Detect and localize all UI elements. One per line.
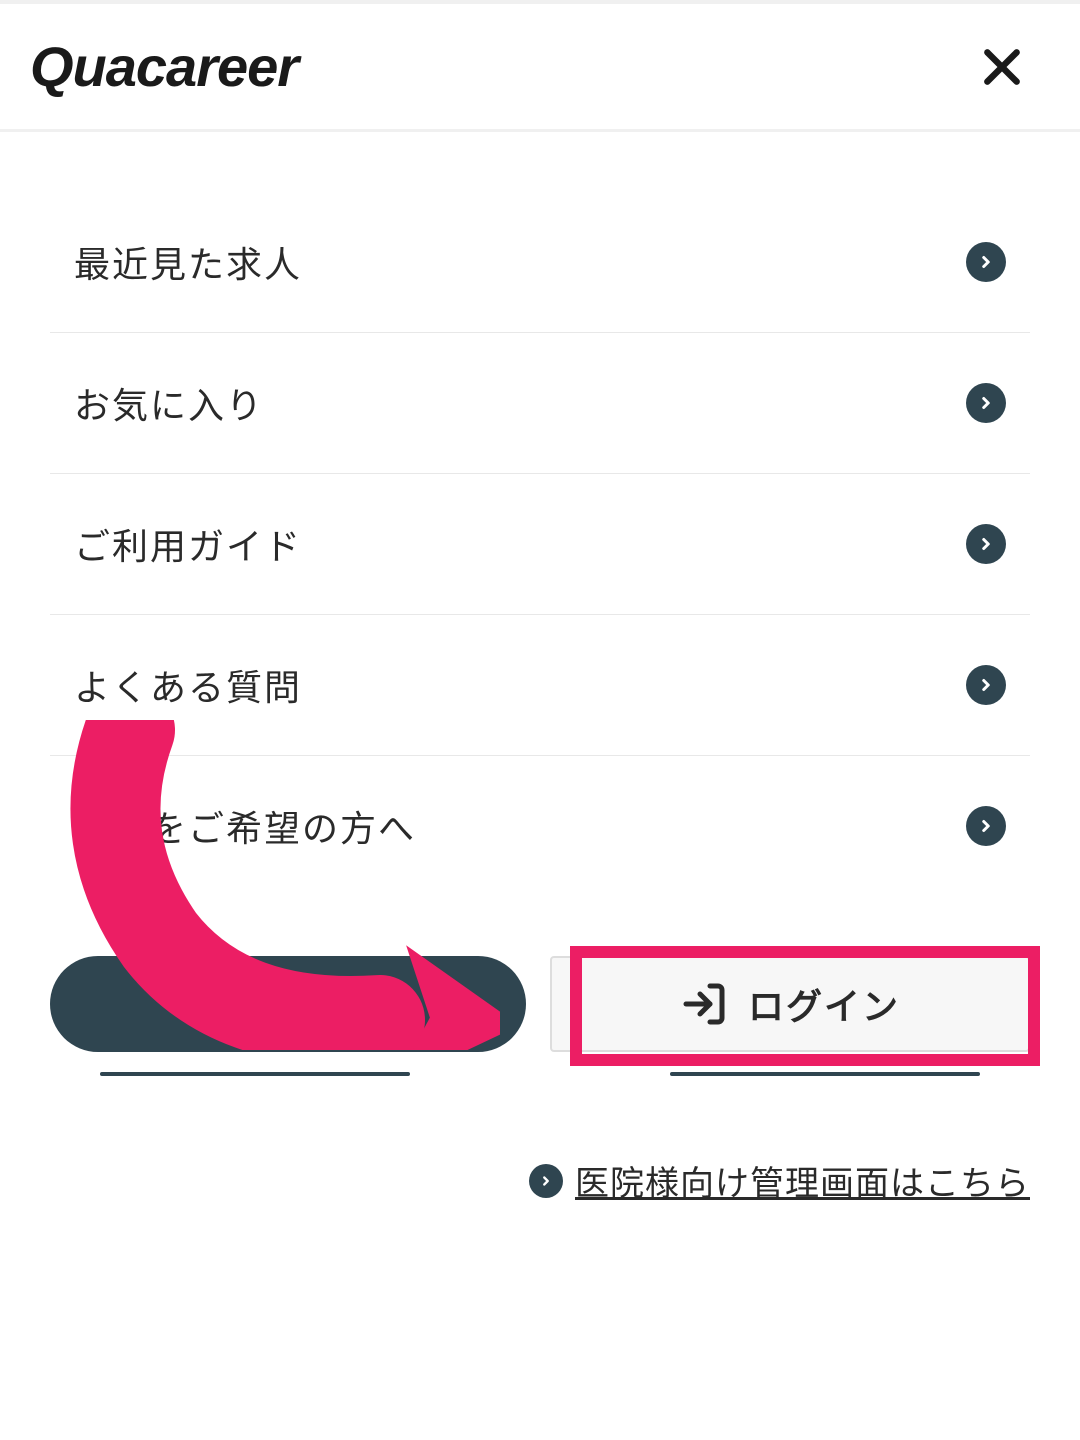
- menu-item-favorites[interactable]: お気に入り: [50, 333, 1030, 474]
- chevron-right-icon: [966, 524, 1006, 564]
- menu-item-label: よくある質問: [74, 659, 302, 711]
- menu-item-label: 掲載をご希望の方へ: [74, 800, 416, 852]
- tooth-icon: [220, 984, 260, 1024]
- chevron-right-icon: [966, 665, 1006, 705]
- menu-item-user-guide[interactable]: ご利用ガイド: [50, 474, 1030, 615]
- register-button[interactable]: 会員: [50, 956, 526, 1052]
- login-underline: [670, 1072, 980, 1076]
- menu-item-recent-jobs[interactable]: 最近見た求人: [50, 192, 1030, 333]
- menu-list: 最近見た求人 お気に入り ご利用ガイド よくある質問 掲載をご希望の方へ: [0, 132, 1080, 896]
- register-underline: [100, 1072, 410, 1076]
- close-icon: [980, 45, 1024, 89]
- footer-link-row: 医院様向け管理画面はこちら: [0, 1076, 1080, 1205]
- clinic-admin-link[interactable]: 医院様向け管理画面はこちら: [575, 1156, 1030, 1205]
- login-button-label: ログイン: [748, 978, 900, 1030]
- login-icon: [680, 980, 728, 1028]
- chevron-right-icon: [966, 383, 1006, 423]
- menu-item-label: 最近見た求人: [74, 236, 302, 288]
- action-buttons-row: 会員 ログイン: [0, 896, 1080, 1072]
- login-button[interactable]: ログイン: [550, 956, 1030, 1052]
- menu-item-label: ご利用ガイド: [74, 518, 302, 570]
- chevron-right-icon: [966, 242, 1006, 282]
- app-logo: Quacareer: [30, 34, 298, 99]
- header: Quacareer: [0, 4, 1080, 132]
- chevron-right-icon: [966, 806, 1006, 846]
- register-button-label: 会員: [280, 978, 356, 1030]
- menu-item-for-clinics[interactable]: 掲載をご希望の方へ: [50, 756, 1030, 896]
- menu-item-faq[interactable]: よくある質問: [50, 615, 1030, 756]
- close-button[interactable]: [974, 39, 1030, 95]
- chevron-right-icon: [529, 1164, 563, 1198]
- menu-item-label: お気に入り: [74, 377, 264, 429]
